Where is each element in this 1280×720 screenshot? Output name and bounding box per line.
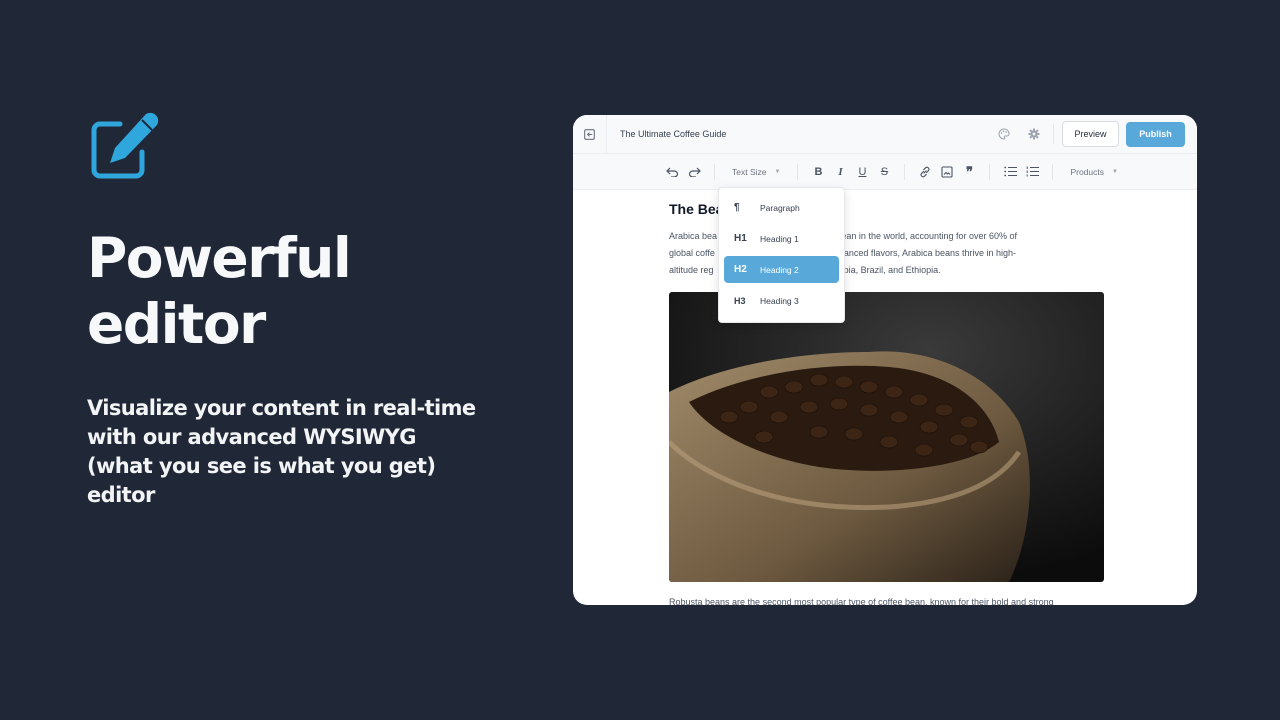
- paragraph-icon: ¶: [734, 202, 740, 213]
- hero-subtitle: Visualize your content in real-time with…: [87, 396, 476, 507]
- text-size-menu: ¶ Paragraph H1 Heading 1 H2 Heading 2 H3…: [718, 187, 845, 323]
- bullet-list-icon: [1004, 166, 1017, 177]
- link-icon: [921, 166, 930, 177]
- editor-topbar: The Ultimate Coffee Guide Preview Publis…: [573, 115, 1197, 154]
- toolbar-divider: [904, 163, 906, 180]
- link-button[interactable]: [914, 161, 936, 183]
- toolbar-divider: [1052, 163, 1054, 180]
- palette-icon: [998, 128, 1010, 140]
- collapse-sidebar-button[interactable]: [573, 115, 607, 154]
- menu-item-heading-3[interactable]: H3 Heading 3: [724, 287, 839, 314]
- image-button[interactable]: [936, 161, 958, 183]
- hero-title: Powerful editor: [87, 225, 352, 357]
- paragraph[interactable]: Robusta beans are the second most popula…: [669, 597, 1105, 605]
- text-size-label: Text Size: [732, 166, 767, 177]
- toolbar-divider: [989, 163, 991, 180]
- blockquote-button[interactable]: ❞: [958, 161, 980, 183]
- heading-1-icon: H1: [734, 233, 747, 244]
- numbered-list-icon: [1026, 166, 1039, 177]
- divider: [1053, 124, 1054, 144]
- undo-icon: [665, 167, 678, 177]
- menu-item-heading-1[interactable]: H1 Heading 1: [724, 225, 839, 252]
- products-label: Products: [1070, 166, 1104, 177]
- toolbar-divider: [714, 163, 715, 180]
- toolbar-divider: [797, 163, 799, 180]
- numbered-list-button[interactable]: [1021, 161, 1043, 183]
- text-size-select[interactable]: Text Size ▼: [724, 167, 788, 177]
- menu-item-label: Heading 1: [760, 233, 799, 244]
- redo-icon: [688, 167, 701, 177]
- editor-window: The Ultimate Coffee Guide Preview Publis…: [573, 115, 1197, 605]
- menu-item-label: Heading 2: [760, 264, 799, 275]
- menu-item-paragraph[interactable]: ¶ Paragraph: [724, 194, 839, 221]
- undo-button[interactable]: [661, 161, 683, 183]
- menu-item-label: Paragraph: [760, 202, 800, 213]
- italic-button[interactable]: I: [829, 161, 851, 183]
- document-title[interactable]: The Ultimate Coffee Guide: [620, 129, 726, 139]
- caret-down-icon: ▼: [1112, 168, 1118, 175]
- gear-icon: [1028, 128, 1040, 140]
- preview-button[interactable]: Preview: [1062, 121, 1119, 147]
- bold-button[interactable]: B: [807, 161, 829, 183]
- heading-2-icon: H2: [734, 264, 747, 275]
- settings-button[interactable]: [1023, 123, 1045, 145]
- hero-title-line-1: Powerful: [87, 226, 352, 290]
- strikethrough-button[interactable]: S: [873, 161, 895, 183]
- hero-title-line-2: editor: [87, 292, 266, 356]
- heading-3-icon: H3: [734, 295, 746, 306]
- publish-button[interactable]: Publish: [1126, 121, 1185, 147]
- coffee-beans-image[interactable]: [669, 292, 1104, 582]
- edit-icon: [90, 112, 160, 182]
- menu-item-label: Heading 3: [760, 295, 799, 306]
- redo-button[interactable]: [683, 161, 705, 183]
- collapse-sidebar-icon: [584, 128, 595, 140]
- bullet-list-button[interactable]: [999, 161, 1021, 183]
- menu-item-heading-2[interactable]: H2 Heading 2: [724, 256, 839, 283]
- theme-button[interactable]: [993, 123, 1015, 145]
- products-select[interactable]: Products ▼: [1062, 167, 1126, 177]
- underline-button[interactable]: U: [851, 161, 873, 183]
- caret-down-icon: ▼: [774, 168, 781, 175]
- formatting-toolbar: Text Size ▼ B I U S ❞ Products ▼: [573, 154, 1197, 190]
- image-icon: [941, 165, 954, 178]
